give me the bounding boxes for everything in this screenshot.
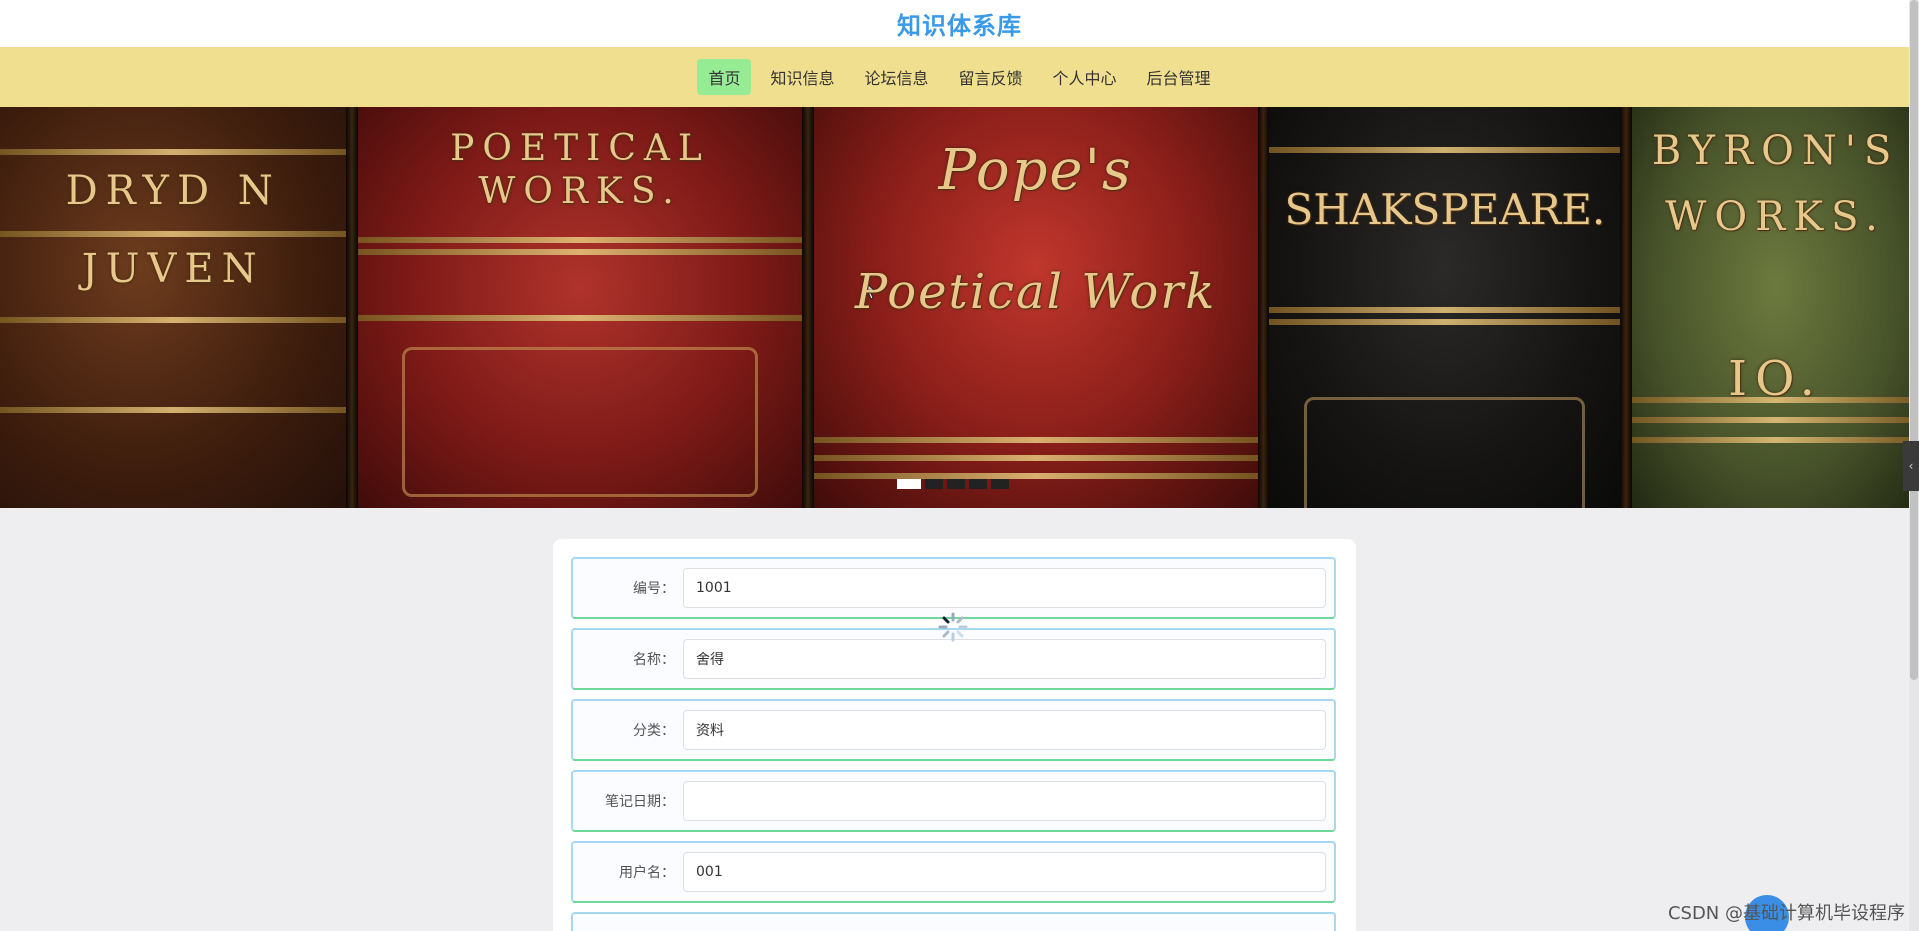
spine-text: BYRON'S WORKS. IO. (1651, 128, 1900, 407)
spine-gap (346, 107, 359, 508)
banner-carousel[interactable]: DRYD N JUVEN POETICAL WORKS. Pope's Poet… (0, 107, 1919, 508)
book-spine-popes: Pope's Poetical Work (813, 107, 1258, 508)
detail-form: 编号： 1001 名称： 舍得 分类： 资料 笔记日期： 用户名： 001 (553, 539, 1356, 931)
id-label: 编号： (633, 581, 675, 597)
scrollbar-thumb[interactable] (1910, 0, 1918, 680)
nav-item-home[interactable]: 首页 (697, 59, 752, 95)
id-input[interactable]: 1001 (683, 568, 1326, 608)
spine-gap (1257, 107, 1270, 508)
form-row-next (571, 912, 1336, 931)
form-row-note-date: 笔记日期： (571, 770, 1336, 832)
book-spine-poetical-works: POETICAL WORKS. (358, 107, 802, 508)
username-input[interactable]: 001 (683, 852, 1326, 892)
site-header: 知识体系库 (0, 0, 1919, 47)
nav-item-feedback[interactable]: 留言反馈 (948, 59, 1034, 95)
book-spine-byrons-works: BYRON'S WORKS. IO. (1632, 107, 1919, 508)
name-input[interactable]: 舍得 (683, 639, 1326, 679)
carousel-dot[interactable] (947, 479, 965, 489)
form-row-username: 用户名： 001 (571, 841, 1336, 903)
carousel-indicators (897, 479, 1009, 489)
form-row-category: 分类： 资料 (571, 699, 1336, 761)
note-date-input[interactable] (683, 781, 1326, 821)
carousel-dot[interactable] (897, 479, 921, 489)
spine-text: DRYD N JUVEN (65, 168, 281, 292)
book-spine-dryden: DRYD N JUVEN (0, 107, 347, 508)
carousel-dot[interactable] (991, 479, 1009, 489)
spine-gap (801, 107, 814, 508)
username-label: 用户名： (619, 865, 675, 881)
chevron-left-icon[interactable]: ‹ (1903, 441, 1919, 491)
main-nav: 首页 知识信息 论坛信息 留言反馈 个人中心 后台管理 (0, 47, 1919, 107)
loading-spinner-icon (938, 612, 968, 642)
spine-text: SHAKSPEARE. (1284, 185, 1606, 234)
carousel-dot[interactable] (969, 479, 987, 489)
spine-text: POETICAL WORKS. (450, 128, 710, 213)
name-label: 名称： (633, 652, 675, 668)
spine-gap (1620, 107, 1633, 508)
nav-item-knowledge[interactable]: 知识信息 (759, 59, 845, 95)
spine-text: Pope's Poetical Work (854, 138, 1217, 321)
note-date-label: 笔记日期： (605, 794, 675, 810)
carousel-dot[interactable] (925, 479, 943, 489)
category-label: 分类： (633, 723, 675, 739)
form-row-id: 编号： 1001 (571, 557, 1336, 619)
book-spine-shakspeare: SHAKSPEARE. (1269, 107, 1621, 508)
watermark: CSDN @基础计算机毕设程序 (1667, 903, 1905, 924)
nav-item-forum[interactable]: 论坛信息 (853, 59, 939, 95)
nav-item-profile[interactable]: 个人中心 (1042, 59, 1128, 95)
category-input[interactable]: 资料 (683, 710, 1326, 750)
site-title: 知识体系库 (897, 12, 1022, 40)
nav-item-admin[interactable]: 后台管理 (1136, 59, 1222, 95)
